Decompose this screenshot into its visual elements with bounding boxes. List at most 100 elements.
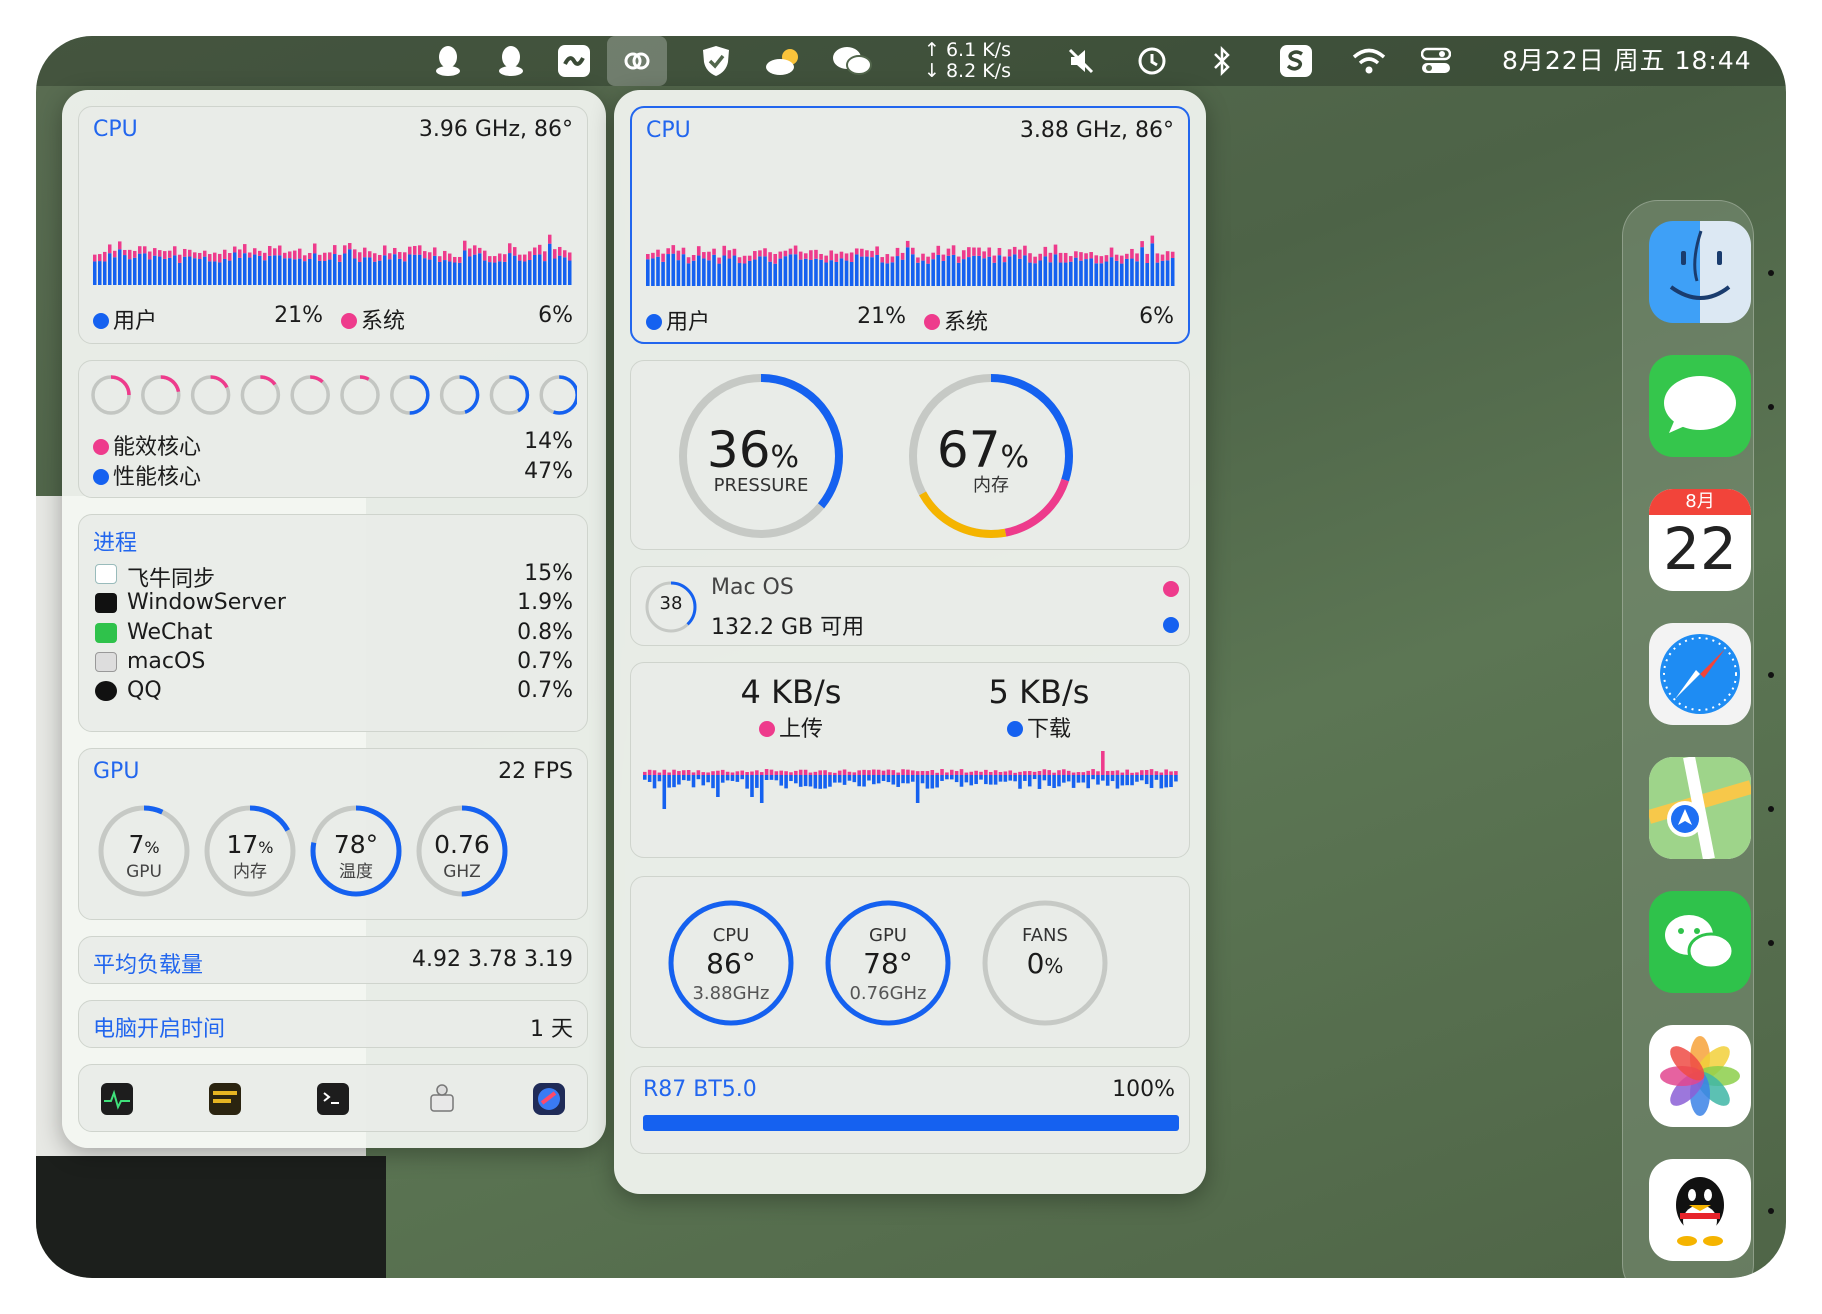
- net-speed[interactable]: ↑ 6.1 K/s ↓ 8.2 K/s: [924, 40, 1011, 82]
- disk-card[interactable]: 38 Mac OS 132.2 GB 可用: [630, 566, 1190, 646]
- cpu-bar-system: [1140, 241, 1144, 248]
- photos-icon[interactable]: [1649, 1025, 1751, 1127]
- feiniu-icon[interactable]: [554, 42, 594, 80]
- cpu-card-selected[interactable]: CPU 3.88 GHz, 86° 用户 21% 系统 6%: [630, 106, 1190, 344]
- cpu-bar-system: [308, 252, 312, 259]
- qq-icon: [95, 681, 117, 702]
- cpu-bar-user: [253, 254, 257, 285]
- cpu-bar-user: [458, 262, 462, 285]
- upload-bar: [1159, 772, 1164, 775]
- cpu-bar-user: [1130, 258, 1134, 286]
- sogou-icon[interactable]: [1276, 42, 1316, 80]
- download-bar: [823, 775, 827, 789]
- download-bar: [662, 775, 667, 809]
- memory-card[interactable]: 36% PRESSURE 67% 内存: [630, 360, 1190, 550]
- cpu-bar-user: [732, 255, 737, 286]
- cpu-bar-user: [518, 260, 522, 285]
- cpu-bar-system: [768, 252, 772, 262]
- memory-gauges: 36%PRESSURE 67%内存: [679, 374, 1073, 538]
- cpu-user-legend: 用户: [93, 303, 157, 335]
- system-info-icon[interactable]: [425, 1081, 459, 1117]
- download-bar: [872, 775, 876, 785]
- cpu-bar-system: [213, 252, 217, 262]
- cpu-bar-user: [1048, 262, 1053, 286]
- messages-icon[interactable]: [1649, 355, 1751, 457]
- menubar-clock[interactable]: 8月22日 周五 18:44: [1502, 36, 1752, 86]
- terminal-icon[interactable]: [317, 1083, 349, 1115]
- download-bar: [984, 775, 988, 785]
- load-average-card[interactable]: 平均负载量 4.92 3.78 3.19: [78, 936, 588, 984]
- dock-running-dot: [1768, 1208, 1774, 1214]
- activity-monitor-icon[interactable]: [101, 1083, 133, 1115]
- network-card[interactable]: 4 KB/s 上传 5 KB/s 下载: [630, 662, 1190, 858]
- disk-utility-icon[interactable]: [533, 1083, 565, 1115]
- download-bar: [769, 775, 774, 780]
- cpu-bar-system: [1048, 252, 1053, 263]
- qq-icon[interactable]: [1649, 1159, 1751, 1261]
- weather-icon[interactable]: [762, 42, 808, 80]
- download-bar: [818, 775, 822, 789]
- process-card[interactable]: 进程 飞牛同步 15% WindowServer 1.9% WeChat 0.8% macO…: [78, 514, 588, 732]
- wechat-icon[interactable]: [830, 42, 874, 80]
- cores-card[interactable]: 能效核心 14% 性能核心 47%: [78, 360, 588, 498]
- sensor-value: 86°: [706, 947, 756, 980]
- calendar-icon[interactable]: 8月 22: [1649, 489, 1751, 591]
- cpu-bar-user: [783, 256, 788, 286]
- upload-bar: [662, 769, 667, 775]
- cpu-system-value: 6%: [538, 303, 573, 328]
- sensors-card[interactable]: CPU 86° 3.88GHz GPU 78° 0.76GHz FANS 0%: [630, 876, 1190, 1048]
- upload-bar: [1066, 770, 1071, 775]
- control-center-icon[interactable]: [1416, 42, 1456, 80]
- cpu-bar-user: [303, 261, 307, 285]
- cpu-bar-user: [1160, 260, 1165, 286]
- wifi-icon[interactable]: [1348, 42, 1390, 80]
- qq-icon[interactable]: [430, 42, 466, 80]
- cpu-bar-system: [844, 253, 849, 261]
- cpu-bar-user: [905, 247, 910, 286]
- cpu-card[interactable]: CPU 3.96 GHz, 86° 用户 21% 系统 6%: [78, 106, 588, 344]
- bluetooth-icon[interactable]: [1204, 42, 1240, 80]
- wechat-icon[interactable]: [1649, 891, 1751, 993]
- system-label: 系统: [944, 310, 989, 335]
- upload-bar: [1120, 772, 1125, 775]
- gpu-card[interactable]: GPU 22 FPS 7% GPU 17% 内存 78° 温度 0.76 GHZ: [78, 748, 588, 920]
- cpu-bar-user: [875, 254, 879, 286]
- cpu-bar-user: [548, 243, 552, 285]
- cpu-bar-user: [148, 259, 152, 285]
- cpu-bar-system: [153, 248, 157, 256]
- upload-bar: [945, 772, 949, 775]
- safari-icon[interactable]: [1649, 623, 1751, 725]
- cpu-bar-user: [1043, 256, 1048, 286]
- console-icon[interactable]: [209, 1083, 241, 1115]
- cpu-bar-user: [388, 259, 392, 285]
- qq-icon-2[interactable]: [493, 42, 529, 80]
- upload-bar: [1091, 769, 1095, 775]
- bluetooth-battery-card[interactable]: R87 BT5.0 100%: [630, 1066, 1190, 1154]
- uptime-card[interactable]: 电脑开启时间 1 天: [78, 1000, 588, 1048]
- cpu-bar-system: [1038, 253, 1042, 261]
- cpu-bar-system: [553, 249, 557, 259]
- process-cpu-value: 0.7%: [517, 648, 573, 674]
- cpu-bar-system: [568, 252, 572, 261]
- upload-bar: [828, 772, 832, 775]
- link-icon[interactable]: [617, 42, 657, 80]
- cpu-bar-user: [513, 255, 517, 285]
- pressure-value: 36%: [707, 421, 799, 479]
- cpu-bar-user: [463, 250, 467, 285]
- upload-bar: [696, 770, 701, 775]
- upload-bar: [847, 771, 852, 775]
- cpu-bar-user: [987, 256, 992, 286]
- shield-icon[interactable]: [696, 42, 736, 80]
- cpu-bar-system: [353, 249, 357, 259]
- time-machine-icon[interactable]: [1132, 42, 1172, 80]
- finder-icon[interactable]: [1649, 221, 1751, 323]
- cpu-bar-user: [1109, 257, 1114, 286]
- cpu-bar-user: [834, 261, 839, 286]
- cpu-bar-system: [278, 245, 282, 256]
- upload-bar: [798, 769, 803, 775]
- maps-icon[interactable]: [1649, 757, 1751, 859]
- mute-icon[interactable]: [1061, 42, 1101, 80]
- cpu-freq: 3.96 GHz, 86°: [418, 117, 573, 142]
- user-dot: [93, 313, 109, 329]
- download-bar: [974, 775, 978, 785]
